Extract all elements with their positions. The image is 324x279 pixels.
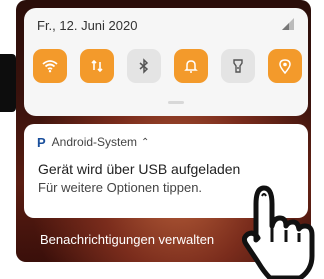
notification-text: Für weitere Optionen tippen.	[38, 180, 203, 195]
signal-icon	[280, 17, 296, 31]
flashlight-icon	[233, 59, 243, 73]
tile-location[interactable]	[268, 49, 302, 83]
location-icon	[279, 59, 291, 75]
tile-wifi[interactable]	[33, 49, 67, 83]
notification-header: P Android-System ⌃	[37, 134, 149, 150]
pointing-hand-icon	[242, 185, 315, 279]
android-system-icon: P	[37, 134, 46, 150]
manage-notifications-button[interactable]: Benachrichtigungen verwalten	[40, 232, 214, 247]
mobile-data-icon	[91, 59, 103, 73]
left-device-edge	[0, 54, 16, 112]
quick-settings-panel: Fr., 12. Juni 2020	[24, 8, 308, 116]
tile-flashlight[interactable]	[221, 49, 255, 83]
drag-handle[interactable]	[168, 101, 184, 104]
chevron-up-icon[interactable]: ⌃	[141, 137, 149, 148]
notification-title: Gerät wird über USB aufgeladen	[38, 161, 241, 177]
tile-sound[interactable]	[174, 49, 208, 83]
quick-settings-row	[33, 49, 303, 85]
bluetooth-icon	[139, 58, 149, 74]
tile-mobile-data[interactable]	[80, 49, 114, 83]
app-name: Android-System	[51, 135, 138, 149]
bell-icon	[184, 60, 198, 73]
wifi-icon	[42, 60, 58, 73]
date-label: Fr., 12. Juni 2020	[37, 18, 138, 33]
tile-bluetooth[interactable]	[127, 49, 161, 83]
